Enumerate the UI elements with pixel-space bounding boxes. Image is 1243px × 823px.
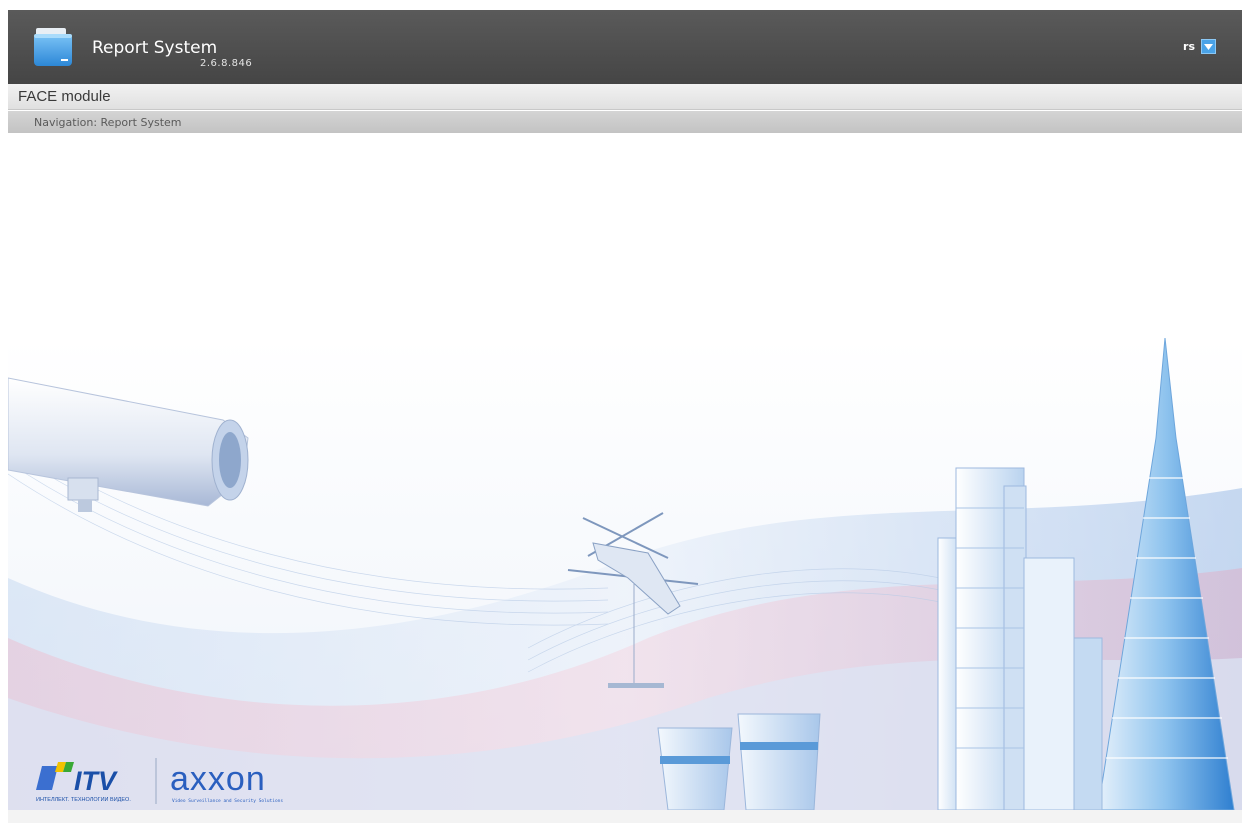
user-name[interactable]: rs [1183,40,1195,53]
chevron-down-icon [1204,43,1213,50]
breadcrumb: Navigation: Report System [8,111,1242,133]
splash-banner: ITV ИНТЕЛЛЕКТ. ТЕХНОЛОГИИ ВИДЕО. axxon V… [8,338,1242,810]
folder-icon [34,28,72,66]
axxon-wordmark: axxon [170,760,266,798]
itv-tagline: ИНТЕЛЛЕКТ. ТЕХНОЛОГИИ ВИДЕО. [36,797,131,803]
itv-wordmark: ITV [74,766,118,796]
user-menu[interactable]: rs [1183,39,1216,54]
breadcrumb-text: Navigation: Report System [34,116,182,129]
app-header: Report System 2.6.8.846 rs [8,10,1242,84]
splash-illustration: ITV ИНТЕЛЛЕКТ. ТЕХНОЛОГИИ ВИДЕО. axxon V… [8,338,1242,810]
module-bar: FACE module [8,84,1242,110]
bottom-strip [8,810,1242,823]
user-dropdown-button[interactable] [1201,39,1216,54]
axxon-tagline: Video Surveillance and Security Solution… [172,798,283,804]
app-title: Report System [92,38,218,58]
app-version: 2.6.8.846 [200,58,253,69]
module-title: FACE module [18,88,111,105]
